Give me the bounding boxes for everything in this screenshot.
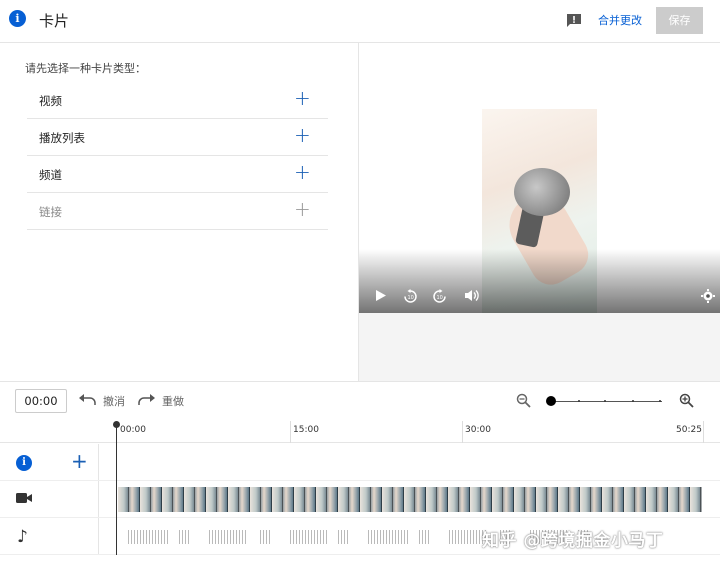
playhead-handle[interactable] — [113, 421, 120, 428]
zoom-slider-step — [578, 400, 580, 402]
redo-icon — [138, 394, 155, 405]
gear-icon[interactable] — [701, 289, 715, 303]
card-type-label: 频道 — [39, 168, 62, 182]
card-type-label: 播放列表 — [39, 131, 85, 145]
undo-button[interactable]: 撤消 — [79, 393, 125, 409]
add-icon[interactable]: + — [294, 162, 311, 182]
zoom-slider-step — [632, 400, 634, 402]
card-type-list: 视频 + 播放列表 + 频道 + 链接 + — [27, 82, 328, 230]
add-icon[interactable]: + — [294, 88, 311, 108]
info-icon[interactable]: i — [16, 455, 32, 471]
add-card-button[interactable]: + — [71, 451, 88, 471]
zoom-in-icon[interactable] — [679, 393, 694, 408]
current-time-field[interactable]: 00:00 — [15, 389, 67, 413]
zoom-slider-step — [604, 400, 606, 402]
info-icon[interactable]: i — [9, 10, 26, 27]
save-button[interactable]: 保存 — [656, 7, 703, 34]
video-filmstrip[interactable] — [118, 487, 702, 512]
redo-button[interactable]: 重做 — [138, 393, 184, 409]
discard-changes-button[interactable]: 合并更改 — [598, 12, 642, 28]
playhead[interactable] — [116, 424, 117, 555]
card-type-channel[interactable]: 频道 + — [27, 156, 328, 193]
video-content — [514, 168, 570, 216]
card-type-link[interactable]: 链接 + — [27, 193, 328, 230]
ruler-tick: 50:25 — [676, 425, 702, 435]
video-track[interactable] — [0, 481, 720, 518]
music-note-icon: ♪ — [17, 527, 28, 547]
header: i 卡片 合并更改 保存 — [0, 0, 720, 43]
cards-track[interactable]: i + — [0, 444, 720, 481]
volume-icon[interactable] — [464, 289, 479, 302]
ruler-tick: 00:00 — [120, 425, 146, 435]
play-icon[interactable] — [375, 289, 387, 302]
track-header — [0, 481, 99, 517]
ruler-line — [462, 421, 463, 443]
redo-label: 重做 — [162, 395, 184, 408]
watermark: 知乎 @跨境掘金小马丁 — [482, 531, 664, 551]
undo-icon — [79, 394, 96, 405]
card-type-label: 视频 — [39, 94, 62, 108]
timeline-ruler[interactable]: 00:00 15:00 30:00 50:25 — [0, 421, 720, 443]
ruler-tick: 15:00 — [293, 425, 319, 435]
ruler-tick: 30:00 — [465, 425, 491, 435]
zoom-slider-handle[interactable] — [546, 396, 556, 406]
timeline-toolbar: 00:00 撤消 重做 — [0, 381, 720, 421]
card-type-playlist[interactable]: 播放列表 + — [27, 119, 328, 156]
rewind-10-icon[interactable]: 10 — [403, 289, 418, 304]
page-title: 卡片 — [39, 12, 70, 30]
undo-label: 撤消 — [103, 395, 125, 408]
svg-text:10: 10 — [408, 295, 414, 301]
add-icon[interactable]: + — [294, 125, 311, 145]
card-type-video[interactable]: 视频 + — [27, 82, 328, 119]
card-type-prompt: 请先选择一种卡片类型： — [25, 62, 146, 75]
zoom-out-icon[interactable] — [516, 393, 531, 408]
add-icon[interactable]: + — [294, 199, 311, 219]
track-header: i + — [0, 444, 99, 480]
zoom-slider-step — [659, 400, 661, 402]
ruler-line — [703, 421, 704, 443]
svg-text:10: 10 — [437, 295, 443, 301]
forward-10-icon[interactable]: 10 — [432, 289, 447, 304]
video-camera-icon — [16, 493, 32, 503]
track-header: ♪ — [0, 518, 99, 554]
ruler-line — [290, 421, 291, 443]
zoom-slider[interactable] — [550, 401, 662, 402]
video-player[interactable]: 10 10 — [359, 43, 720, 313]
card-type-label: 链接 — [39, 205, 62, 219]
feedback-icon[interactable] — [566, 13, 582, 28]
